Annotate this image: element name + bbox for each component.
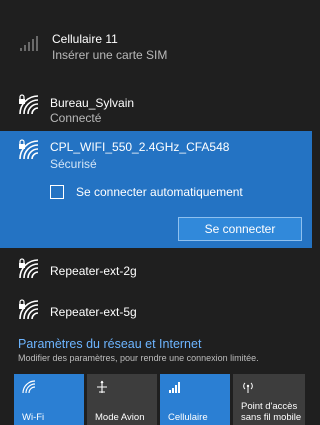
- network-item-repeater-2g[interactable]: Repeater-ext-2g: [0, 253, 312, 287]
- connect-button[interactable]: Se connecter: [178, 217, 302, 241]
- airplane-icon: [95, 380, 109, 399]
- quick-action-wifi[interactable]: Wi-Fi: [14, 374, 84, 425]
- network-status: Insérer une carte SIM: [52, 48, 168, 62]
- network-item-bureau-sylvain[interactable]: Bureau_Sylvain Connecté: [0, 86, 312, 134]
- auto-connect-label[interactable]: Se connecter automatiquement: [76, 185, 243, 199]
- quick-action-airplane-mode[interactable]: Mode Avion: [87, 374, 157, 425]
- tile-label: Cellulaire: [168, 412, 208, 423]
- network-settings-description: Modifier des paramètres, pour rendre une…: [18, 353, 259, 363]
- tile-label-line2: sans fil mobile: [241, 412, 302, 423]
- quick-action-mobile-hotspot[interactable]: Point d'accès sans fil mobile: [233, 374, 305, 425]
- network-name: Repeater-ext-2g: [50, 264, 137, 278]
- network-item-cpl-selected[interactable]: CPL_WIFI_550_2.4GHz_CFA548 Sécurisé Se c…: [0, 131, 312, 248]
- tile-label: Wi-Fi: [22, 412, 45, 423]
- network-status: Sécurisé: [50, 157, 97, 171]
- network-name: Repeater-ext-5g: [50, 305, 137, 319]
- wifi-secured-icon: [18, 139, 40, 166]
- wifi-secured-icon: [18, 94, 40, 121]
- tile-label-line1: Point d'accès: [241, 401, 298, 412]
- tile-label: Point d'accès sans fil mobile: [241, 401, 301, 423]
- network-item-cellular[interactable]: Cellulaire 11 Insérer une carte SIM: [0, 24, 312, 66]
- network-item-repeater-5g[interactable]: Repeater-ext-5g: [0, 294, 312, 328]
- hotspot-icon: [241, 380, 255, 399]
- wifi-icon: [22, 380, 36, 399]
- quick-action-cellular[interactable]: Cellulaire: [160, 374, 230, 425]
- auto-connect-checkbox[interactable]: [50, 185, 64, 199]
- network-settings-link[interactable]: Paramètres du réseau et Internet: [18, 337, 201, 351]
- network-name: Bureau_Sylvain: [50, 96, 135, 110]
- cellular-signal-icon: [20, 36, 40, 57]
- tile-label: Mode Avion: [95, 412, 145, 423]
- network-name: CPL_WIFI_550_2.4GHz_CFA548: [50, 140, 230, 154]
- wifi-secured-icon: [18, 258, 40, 285]
- network-status: Connecté: [50, 111, 102, 125]
- network-flyout: Cellulaire 11 Insérer une carte SIM Bure…: [0, 0, 312, 425]
- wifi-secured-icon: [18, 299, 40, 326]
- network-name: Cellulaire 11: [52, 32, 118, 46]
- cellular-icon: [168, 380, 182, 399]
